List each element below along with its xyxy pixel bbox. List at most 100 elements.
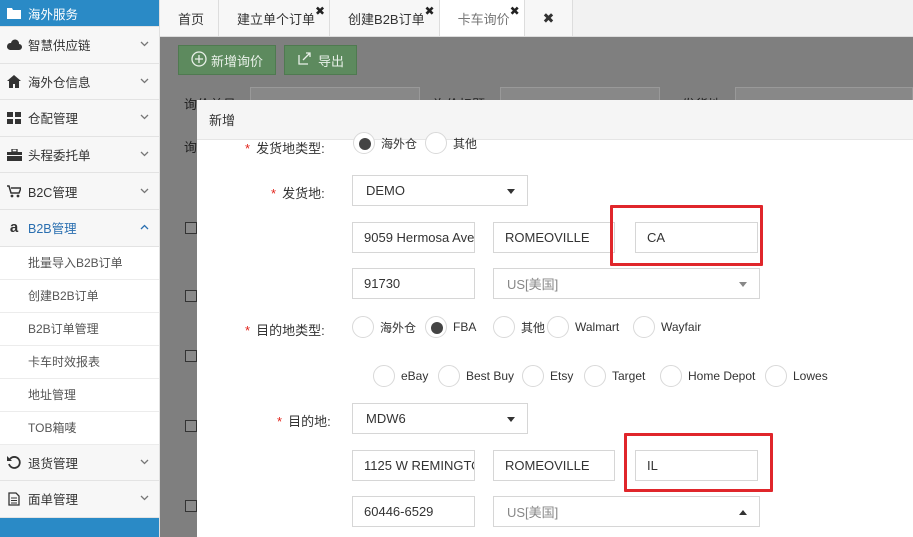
origin-zip-input[interactable]: 91730 — [352, 268, 475, 299]
tab-truck-inquiry[interactable]: 卡车询价 ✖ — [439, 0, 525, 36]
radio-circle — [438, 365, 460, 387]
sidebar-item-after-0[interactable]: 退货管理 — [0, 444, 159, 482]
folder-icon — [4, 5, 24, 21]
tab-label: 创建B2B订单 — [348, 11, 425, 27]
row-checkbox[interactable] — [185, 420, 197, 432]
sidebar-subitem-1[interactable]: 创建B2B订单 — [0, 279, 159, 313]
modal-body: * 发货地类型: 海外仓 其他 * 发货地: DEMO 9059 Hermosa A… — [197, 132, 913, 537]
modal-header: 新增 — [197, 100, 913, 140]
row-checkbox[interactable] — [185, 500, 197, 512]
sidebar-subitem-4[interactable]: 地址管理 — [0, 378, 159, 412]
radio-circle — [633, 316, 655, 338]
chevron-down-icon[interactable] — [140, 493, 149, 504]
sidebar-subitem-2[interactable]: B2B订单管理 — [0, 312, 159, 346]
sidebar-item-0[interactable]: 智慧供应链 — [0, 27, 159, 64]
chevron-up-icon[interactable] — [140, 222, 149, 233]
filter-row2-label: 询 — [184, 140, 198, 155]
dest-type-radio[interactable]: Lowes — [765, 365, 828, 387]
dest-type-radio[interactable]: 其他 — [493, 316, 545, 338]
tab-label: 卡车询价 — [457, 11, 510, 27]
close-icon[interactable]: ✖ — [425, 5, 435, 17]
sidebar-subitem-0[interactable]: 批量导入B2B订单 — [0, 246, 159, 280]
radio-circle — [353, 132, 375, 154]
chevron-down-icon[interactable] — [140, 112, 149, 123]
dest-type-radio[interactable]: Etsy — [522, 365, 573, 387]
dest-select[interactable]: MDW6 — [352, 403, 528, 434]
add-inquiry-label: 新增询价 — [211, 53, 264, 69]
cart-icon — [4, 183, 24, 199]
sidebar-item-3[interactable]: 头程委托单 — [0, 136, 159, 174]
sidebar-item-label: 面单管理 — [28, 493, 79, 508]
export-icon — [297, 51, 312, 69]
highlight-box — [610, 205, 763, 266]
export-button[interactable]: 导出 — [284, 45, 358, 75]
row-checkbox[interactable] — [185, 350, 197, 362]
dest-type-radio[interactable]: Wayfair — [633, 316, 701, 338]
dest-type-radio[interactable]: eBay — [373, 365, 428, 387]
dest-type-radio[interactable]: Home Depot — [660, 365, 755, 387]
sidebar-item-4[interactable]: B2C管理 — [0, 173, 159, 210]
sidebar-item-label: 头程委托单 — [28, 149, 91, 164]
tab-create-single-order[interactable]: 建立单个订单 ✖ — [219, 0, 331, 36]
caret-down-icon — [507, 189, 515, 194]
tab-bar: 首页 建立单个订单 ✖ 创建B2B订单 ✖ 卡车询价 ✖ ✖ — [160, 0, 913, 37]
sidebar-item-label: 仓配管理 — [28, 112, 79, 127]
close-icon[interactable]: ✖ — [510, 5, 520, 17]
dest-zip-input[interactable]: 60446-6529 — [352, 496, 475, 527]
radio-circle — [373, 365, 395, 387]
sidebar-item-5[interactable]: a B2B管理 — [0, 209, 159, 247]
dest-country-select[interactable]: US[美国] — [493, 496, 760, 527]
tab-create-b2b-order[interactable]: 创建B2B订单 ✖ — [330, 0, 440, 36]
chevron-down-icon[interactable] — [140, 457, 149, 468]
sidebar-item-label: B2C管理 — [28, 185, 78, 200]
dest-type-radio[interactable]: Target — [584, 365, 645, 387]
sidebar-item-label: 海外仓信息 — [28, 75, 91, 90]
origin-address-input[interactable]: 9059 Hermosa Ave — [352, 222, 475, 253]
sidebar-item-after-1[interactable]: 面单管理 — [0, 481, 159, 518]
dest-type-radio[interactable]: Best Buy — [438, 365, 514, 387]
origin-type-label: * 发货地类型: — [245, 141, 325, 156]
sidebar-item-2[interactable]: 仓配管理 — [0, 100, 159, 137]
tab-home[interactable]: 首页 — [160, 0, 220, 36]
radio-circle — [765, 365, 787, 387]
dest-address-input[interactable]: 1125 W REMINGTON — [352, 450, 475, 481]
close-icon[interactable]: ✖ — [315, 5, 325, 17]
caret-up-icon — [739, 510, 747, 515]
dest-type-radio[interactable]: Walmart — [547, 316, 619, 338]
radio-circle — [584, 365, 606, 387]
close-all-tabs-button[interactable]: ✖ — [524, 0, 574, 36]
sidebar-item-label: B2B管理 — [28, 222, 77, 237]
dest-type-radio[interactable]: 海外仓 — [352, 316, 416, 338]
origin-city-input[interactable]: ROMEOVILLE — [493, 222, 615, 253]
home-icon — [4, 73, 24, 89]
chevron-down-icon[interactable] — [140, 186, 149, 197]
chevron-down-icon[interactable] — [140, 149, 149, 160]
plus-circle-icon — [191, 50, 207, 70]
sidebar-item-1[interactable]: 海外仓信息 — [0, 63, 159, 101]
dest-type-label: * 目的地类型: — [245, 323, 325, 338]
chevron-down-icon[interactable] — [140, 76, 149, 87]
radio-circle — [522, 365, 544, 387]
origin-label: * 发货地: — [271, 186, 325, 201]
chevron-down-icon[interactable] — [140, 39, 149, 50]
sidebar-item-label: 海外服务 — [28, 7, 79, 22]
sidebar-item-label: 智慧供应链 — [28, 39, 91, 54]
dest-city-input[interactable]: ROMEOVILLE — [493, 450, 615, 481]
row-checkbox[interactable] — [185, 290, 197, 302]
origin-select[interactable]: DEMO — [352, 175, 528, 206]
document-icon — [4, 491, 24, 507]
row-checkbox[interactable] — [185, 222, 197, 234]
sidebar-subitem-3[interactable]: 卡车时效报表 — [0, 345, 159, 379]
amazon-icon: a — [9, 219, 19, 237]
dest-type-radio[interactable]: FBA — [425, 316, 476, 338]
add-inquiry-button[interactable]: 新增询价 — [178, 45, 277, 75]
sidebar-item-overseas-service[interactable]: 海外服务 — [0, 0, 159, 27]
origin-type-overseas-radio[interactable]: 海外仓 — [353, 132, 417, 154]
origin-type-other-radio[interactable]: 其他 — [425, 132, 477, 154]
export-label: 导出 — [318, 53, 345, 69]
sidebar-item-partial[interactable] — [0, 517, 159, 537]
radio-circle — [352, 316, 374, 338]
sidebar-subitem-5[interactable]: TOB箱唛 — [0, 411, 159, 445]
origin-country-select[interactable]: US[美国] — [493, 268, 760, 299]
radio-circle — [547, 316, 569, 338]
